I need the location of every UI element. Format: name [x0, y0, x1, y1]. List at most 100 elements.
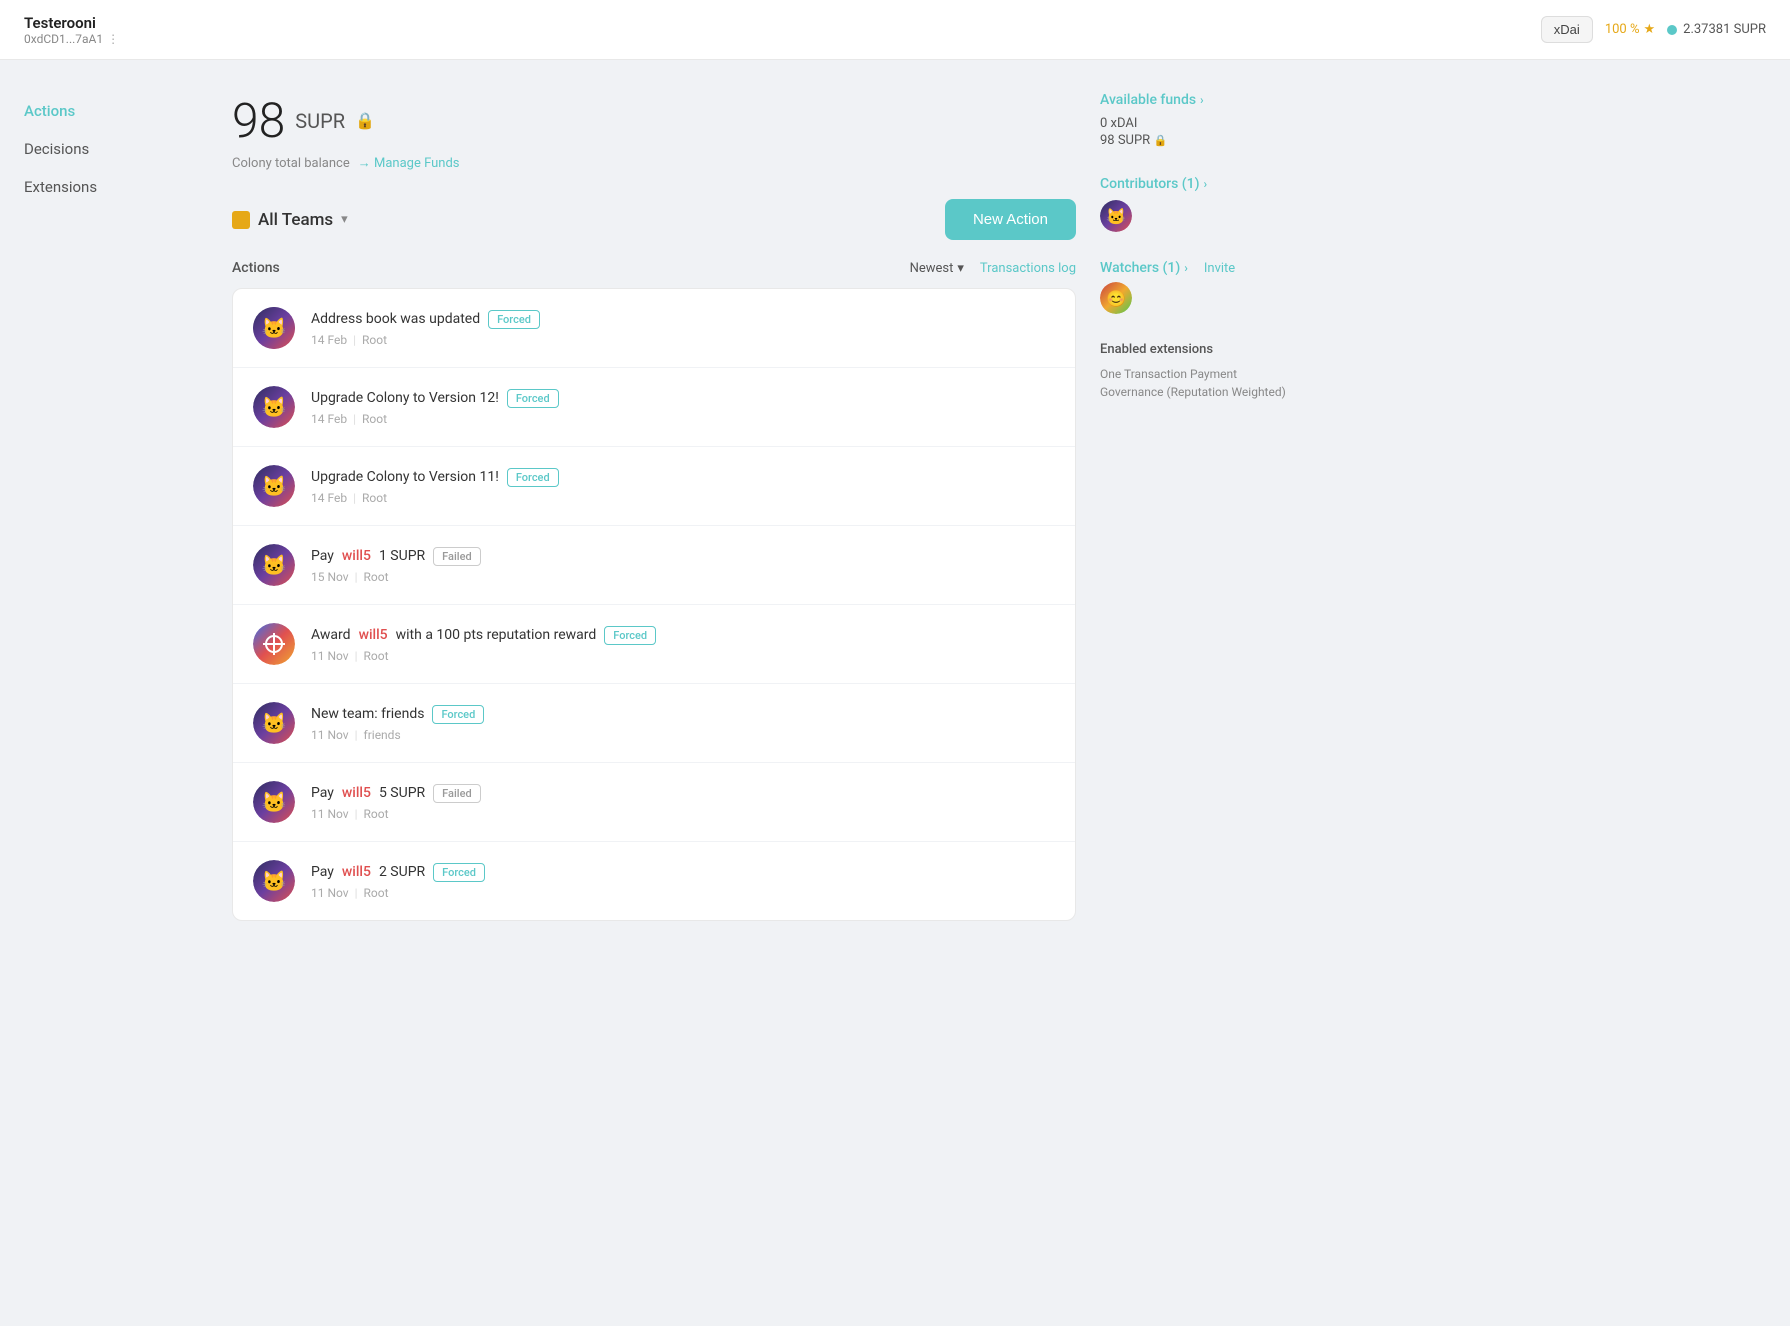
action-team: Root — [364, 570, 389, 584]
network-button[interactable]: xDai — [1541, 16, 1593, 43]
svg-text:🐱: 🐱 — [1106, 207, 1126, 226]
action-content: Upgrade Colony to Version 11! Forced 14 … — [311, 468, 1055, 505]
action-meta: 11 Nov | Root — [311, 886, 1055, 900]
action-title: Pay will5 5 SUPR Failed — [311, 784, 1055, 803]
address-menu-icon[interactable]: ⋮ — [107, 32, 119, 46]
action-item[interactable]: 🐱 Address book was updated Forced 14 Feb… — [233, 289, 1075, 368]
sidebar-item-actions[interactable]: Actions — [0, 92, 200, 130]
manage-funds-link[interactable]: → Manage Funds — [358, 155, 460, 171]
action-meta: 11 Nov | friends — [311, 728, 1055, 742]
contributors-link[interactable]: Contributors (1) › — [1100, 176, 1300, 192]
available-funds-label: Available funds — [1100, 92, 1196, 108]
watchers-section: Watchers (1) › Invite 😊 — [1100, 260, 1300, 314]
action-title-text: New team: friends — [311, 706, 424, 722]
svg-text:😊: 😊 — [1106, 289, 1126, 308]
action-title-text: Upgrade Colony to Version 11! — [311, 469, 499, 485]
action-team: Root — [362, 491, 387, 505]
action-title-suffix: 2 SUPR — [379, 864, 425, 880]
action-content: Award will5 with a 100 pts reputation re… — [311, 626, 1055, 663]
address-text: 0xdCD1...7aA1 — [24, 32, 103, 46]
action-avatar: 🐱 — [253, 781, 295, 823]
meta-separator: | — [355, 807, 358, 821]
action-avatar: 🐱 — [253, 702, 295, 744]
transactions-log-link[interactable]: Transactions log — [980, 261, 1076, 276]
svg-text:🐱: 🐱 — [262, 790, 287, 814]
action-title-prefix: Award — [311, 627, 351, 643]
available-funds-link[interactable]: Available funds › — [1100, 92, 1300, 108]
contributors-label: Contributors (1) — [1100, 176, 1200, 192]
header-right: xDai 100 % ★ 2.37381 SUPR — [1541, 16, 1766, 43]
sort-label: Newest — [910, 261, 954, 276]
header-address: 0xdCD1...7aA1 ⋮ — [24, 32, 119, 46]
watchers-label: Watchers (1) — [1100, 260, 1180, 276]
action-title-highlight: will5 — [342, 548, 371, 564]
actions-bar: All Teams ▾ New Action — [232, 199, 1076, 240]
balance-section: 98 SUPR 🔒 Colony total balance → Manage … — [232, 92, 1076, 171]
percent-display: 100 % ★ — [1605, 22, 1655, 37]
svg-text:🐱: 🐱 — [262, 395, 287, 419]
action-badge: Forced — [488, 310, 540, 329]
teams-chevron-icon: ▾ — [341, 212, 348, 227]
action-item[interactable]: 🐱 New team: friends Forced 11 Nov | frie… — [233, 684, 1075, 763]
action-content: Pay will5 2 SUPR Forced 11 Nov | Root — [311, 863, 1055, 900]
right-panel: Available funds › 0 xDAI 98 SUPR 🔒 Contr… — [1100, 60, 1320, 1266]
action-date: 11 Nov — [311, 886, 349, 900]
new-action-button[interactable]: New Action — [945, 199, 1076, 240]
action-avatar: 🐱 — [253, 386, 295, 428]
sidebar-item-extensions[interactable]: Extensions — [0, 168, 200, 206]
action-team: Root — [364, 886, 389, 900]
action-avatar: 🐱 — [253, 860, 295, 902]
action-meta: 14 Feb | Root — [311, 491, 1055, 505]
action-badge: Forced — [507, 468, 559, 487]
action-date: 14 Feb — [311, 333, 347, 347]
header-left: Testerooni 0xdCD1...7aA1 ⋮ — [24, 14, 119, 46]
extension-item: One Transaction Payment — [1100, 367, 1300, 381]
action-avatar — [253, 623, 295, 665]
available-funds-section: Available funds › 0 xDAI 98 SUPR 🔒 — [1100, 92, 1300, 148]
action-team: Root — [364, 649, 389, 663]
action-title: New team: friends Forced — [311, 705, 1055, 724]
action-item[interactable]: Award will5 with a 100 pts reputation re… — [233, 605, 1075, 684]
action-title-suffix: with a 100 pts reputation reward — [396, 627, 597, 643]
action-date: 11 Nov — [311, 649, 349, 663]
action-content: Pay will5 5 SUPR Failed 11 Nov | Root — [311, 784, 1055, 821]
action-title-highlight: will5 — [342, 785, 371, 801]
invite-link[interactable]: Invite — [1204, 261, 1235, 276]
action-date: 15 Nov — [311, 570, 349, 584]
action-item[interactable]: 🐱 Pay will5 2 SUPR Forced 11 Nov | Root — [233, 842, 1075, 920]
actions-list-header: Actions Newest ▾ Transactions log — [232, 260, 1076, 276]
sort-dropdown[interactable]: Newest ▾ — [910, 261, 964, 276]
action-item[interactable]: 🐱 Upgrade Colony to Version 12! Forced 1… — [233, 368, 1075, 447]
app-header: Testerooni 0xdCD1...7aA1 ⋮ xDai 100 % ★ … — [0, 0, 1790, 60]
teams-dropdown[interactable]: All Teams ▾ — [232, 210, 348, 230]
svg-text:🐱: 🐱 — [262, 553, 287, 577]
action-item[interactable]: 🐱 Upgrade Colony to Version 11! Forced 1… — [233, 447, 1075, 526]
action-badge: Forced — [432, 705, 484, 724]
actions-list-title: Actions — [232, 260, 280, 276]
action-item[interactable]: 🐱 Pay will5 1 SUPR Failed 15 Nov | Root — [233, 526, 1075, 605]
percent-value: 100 % — [1605, 22, 1640, 37]
action-title-text: Upgrade Colony to Version 12! — [311, 390, 499, 406]
star-icon: ★ — [1643, 22, 1655, 37]
watchers-link[interactable]: Watchers (1) › — [1100, 260, 1188, 276]
sort-chevron-icon: ▾ — [957, 261, 964, 276]
action-title: Upgrade Colony to Version 11! Forced — [311, 468, 1055, 487]
action-team: Root — [362, 333, 387, 347]
actions-card: 🐱 Address book was updated Forced 14 Feb… — [232, 288, 1076, 921]
action-content: Address book was updated Forced 14 Feb |… — [311, 310, 1055, 347]
action-title: Pay will5 1 SUPR Failed — [311, 547, 1055, 566]
svg-text:🐱: 🐱 — [262, 711, 287, 735]
teams-label: All Teams — [258, 210, 333, 230]
action-content: Pay will5 1 SUPR Failed 15 Nov | Root — [311, 547, 1055, 584]
action-item[interactable]: 🐱 Pay will5 5 SUPR Failed 11 Nov | Root — [233, 763, 1075, 842]
balance-token-label: SUPR — [295, 109, 345, 133]
meta-separator: | — [355, 886, 358, 900]
sidebar-item-decisions[interactable]: Decisions — [0, 130, 200, 168]
balance-display: 98 SUPR 🔒 — [232, 92, 1076, 149]
action-title-prefix: Pay — [311, 864, 334, 880]
action-date: 14 Feb — [311, 491, 347, 505]
colony-balance-label: Colony total balance — [232, 156, 350, 171]
action-content: New team: friends Forced 11 Nov | friend… — [311, 705, 1055, 742]
watcher-avatar: 😊 — [1100, 282, 1132, 314]
supr-balance-display: 2.37381 SUPR — [1667, 22, 1766, 37]
